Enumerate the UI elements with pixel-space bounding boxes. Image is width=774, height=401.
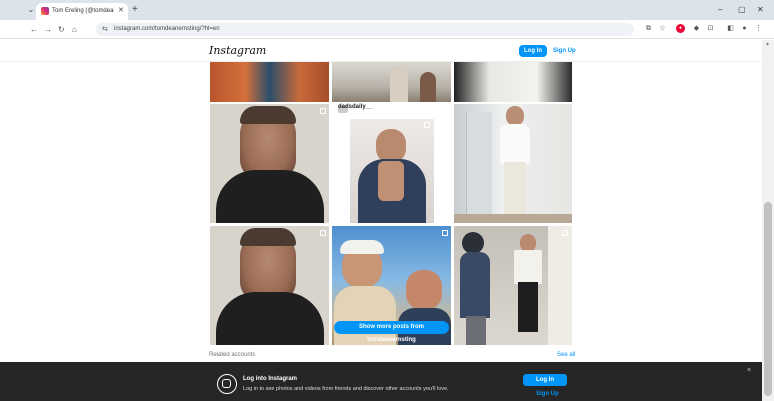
post-tile[interactable] [210, 104, 329, 223]
post-tile[interactable] [454, 104, 572, 223]
related-accounts-label: Related accounts [209, 352, 256, 358]
post-tile[interactable] [210, 62, 329, 102]
post-tile[interactable] [454, 226, 572, 345]
browser-tab[interactable]: Tom Ereling (@tomdeanernsting) ✕ [36, 3, 128, 20]
show-more-posts-button[interactable]: Show more posts from tomdeanernsting [334, 321, 449, 343]
instagram-camera-icon [217, 374, 237, 394]
header-signup-link[interactable]: Sign Up [553, 45, 576, 57]
site-info-icon[interactable]: ⇆ [102, 24, 108, 35]
minimize-icon[interactable]: – [718, 4, 722, 15]
instagram-logo[interactable]: Instagram [209, 44, 266, 58]
extensions-puzzle-icon[interactable]: ⊡ [706, 24, 715, 33]
url-input[interactable]: ⇆ instagram.com/tomdeanernsting/?hl=en [96, 23, 634, 36]
extension-red-icon[interactable]: ● [676, 24, 685, 33]
multi-post-icon [562, 230, 568, 236]
multi-post-icon [442, 230, 448, 236]
profile-icon[interactable]: ● [740, 24, 749, 33]
maximize-icon[interactable]: ▢ [738, 4, 746, 15]
login-banner: Log into Instagram Log in to see photos … [0, 362, 762, 401]
extension-icon[interactable]: ◆ [692, 24, 701, 33]
banner-subtitle: Log in to see photos and videos from fri… [243, 386, 449, 392]
banner-login-button[interactable]: Log In [523, 374, 567, 386]
post-tile[interactable] [332, 62, 451, 102]
back-icon[interactable]: ← [30, 24, 38, 35]
instagram-favicon-icon [41, 7, 49, 15]
forward-icon[interactable]: → [44, 24, 52, 35]
new-tab-icon[interactable]: + [132, 4, 138, 15]
page-scrollbar[interactable]: ▲ [762, 40, 774, 401]
tab-menu-icon[interactable]: ⌄ [26, 5, 36, 15]
tab-title: Tom Ereling (@tomdeanernsting) [52, 8, 114, 14]
multi-post-icon [320, 108, 326, 114]
browser-tab-bar: ⌄ Tom Ereling (@tomdeanernsting) ✕ + – ▢… [0, 0, 774, 20]
reload-icon[interactable]: ↻ [58, 24, 65, 35]
post-tile[interactable] [210, 226, 329, 345]
multi-post-icon [320, 230, 326, 236]
address-bar: ← → ↻ ⌂ ⇆ instagram.com/tomdeanernsting/… [0, 20, 774, 39]
post-tile[interactable] [332, 104, 451, 223]
banner-signup-link[interactable]: Sign Up [536, 390, 559, 398]
star-icon[interactable]: ☆ [658, 24, 667, 33]
instagram-header: Instagram Log In Sign Up [0, 40, 762, 62]
post-tile[interactable] [454, 62, 572, 102]
scroll-up-icon[interactable]: ▲ [765, 40, 770, 48]
home-icon[interactable]: ⌂ [72, 24, 77, 35]
scrollbar-thumb[interactable] [764, 202, 772, 396]
see-all-link[interactable]: See all [557, 351, 575, 359]
tab-close-icon[interactable]: ✕ [118, 6, 124, 16]
install-icon[interactable]: ⧉ [644, 24, 653, 33]
post-username: dadsdaily__ [338, 104, 373, 110]
banner-title: Log into Instagram [243, 376, 297, 382]
banner-close-icon[interactable]: × [747, 367, 751, 375]
window-close-icon[interactable]: ✕ [757, 4, 764, 15]
header-login-button[interactable]: Log In [519, 45, 547, 57]
more-menu-icon[interactable]: ⋮ [754, 24, 763, 33]
url-text: instagram.com/tomdeanernsting/?hl=en [114, 26, 220, 32]
multi-post-icon [424, 122, 430, 128]
sidepanel-icon[interactable]: ◧ [726, 24, 735, 33]
